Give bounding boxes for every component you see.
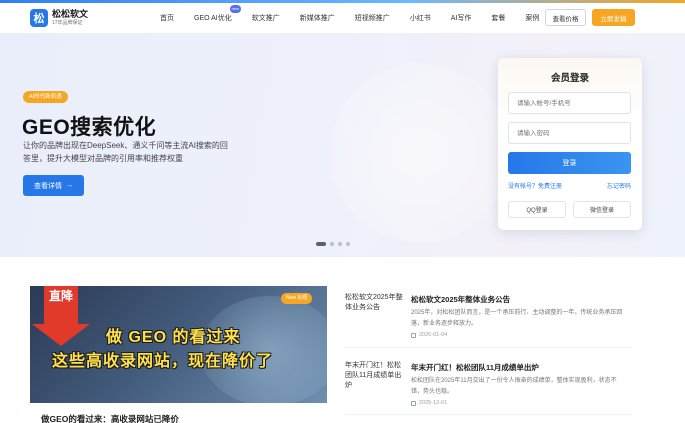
carousel-dots (316, 242, 354, 246)
news-date: 2026-01-04 (411, 332, 447, 338)
news-date: 2025-12-01 (411, 400, 447, 406)
login-button[interactable]: 登录 (508, 152, 631, 174)
register-link[interactable]: 没有帐号？免费注册 (508, 181, 562, 190)
carousel-dot[interactable] (338, 242, 342, 246)
price-down-arrow-icon: 直降 (30, 286, 90, 346)
nav-item-home[interactable]: 首页 (160, 13, 174, 23)
password-input[interactable] (508, 122, 631, 144)
news-divider (345, 414, 632, 415)
carousel-dot[interactable] (316, 242, 326, 246)
page: 松 松松软文 17年品牌保证 首页 GEO AI优化 new 软文推广 新媒体推广… (0, 0, 685, 423)
news-summary: 松松团队在2025年11月交出了一份令人振奋的成绩单，整体实现盈利，状态不错，势… (411, 378, 617, 395)
login-links: 没有帐号？免费注册 忘记密码 (508, 181, 631, 190)
news-date-text: 2026-01-04 (419, 332, 448, 338)
site-header: 松 松松软文 17年品牌保证 首页 GEO AI优化 new 软文推广 新媒体推广… (0, 3, 685, 35)
calendar-icon (411, 400, 416, 406)
site-logo[interactable]: 松 松松软文 17年品牌保证 (30, 9, 88, 27)
carousel-dot[interactable] (346, 242, 350, 246)
feature-headline-2: 这些高收录网站，现在降价了 (52, 353, 274, 370)
hero-decoration (330, 63, 510, 243)
nav-item-soft-article[interactable]: 软文推广 (252, 13, 280, 23)
nav-item-cases[interactable]: 案例 (525, 13, 539, 23)
feature-badge: New 标题 (281, 293, 313, 304)
main-nav: 首页 GEO AI优化 new 软文推广 新媒体推广 短视频推广 小红书 AI写作… (160, 3, 559, 33)
nav-item-xiaohongshu[interactable]: 小红书 (410, 13, 431, 23)
news-thumbnail[interactable]: 松松软文2025年整体业务公告 (345, 293, 403, 333)
nav-item-new-media[interactable]: 新媒体推广 (300, 13, 335, 23)
news-divider (345, 347, 632, 348)
logo-mark: 松 (30, 9, 48, 27)
featured-article-title[interactable]: 做GEO的看过来：高收录网站已降价 (41, 413, 179, 423)
forgot-password-link[interactable]: 忘记密码 (607, 181, 631, 190)
nav-item-short-video[interactable]: 短视频推广 (355, 13, 390, 23)
hero-title: GEO搜索优化 (22, 116, 157, 139)
view-details-label: 查看详情 (34, 182, 62, 190)
nav-item-label: GEO AI优化 (194, 15, 232, 22)
view-price-button[interactable]: 查看价格 (545, 9, 586, 26)
logo-text: 松松软文 17年品牌保证 (52, 10, 88, 26)
login-title: 会员登录 (550, 73, 589, 84)
calendar-icon (411, 332, 416, 338)
carousel-dot[interactable] (330, 242, 334, 246)
logo-name: 松松软文 (52, 9, 89, 19)
hero-tag: AI时代新机遇 (23, 91, 68, 103)
news-thumbnail[interactable]: 年末开门红！松松团队11月成绩单出炉 (345, 361, 403, 401)
arrow-text: 直降 (48, 289, 73, 303)
logo-tagline: 17年品牌保证 (52, 20, 83, 26)
qq-login-button[interactable]: QQ登录 (508, 201, 566, 218)
news-summary: 2025年，对松松团队而言，是一个承压前行、主动调整的一年。传统业务承压回落，新… (411, 310, 623, 327)
feature-headline-1: 做 GEO 的看过来 (106, 329, 241, 346)
wechat-login-button[interactable]: 微信登录 (573, 201, 631, 218)
new-badge-icon: new (229, 5, 241, 13)
arrow-right-icon: → (66, 182, 73, 189)
news-date-text: 2025-12-01 (419, 400, 448, 406)
post-now-button[interactable]: 立即发稿 (592, 9, 635, 26)
view-details-button[interactable]: 查看详情 → (23, 175, 84, 196)
arrow-head (32, 324, 90, 346)
nav-item-packages[interactable]: 套餐 (491, 13, 505, 23)
hero-description: 让你的品牌出现在DeepSeek、通义千问等主流AI搜索的回答里，提升大模型对品… (23, 141, 228, 163)
news-title[interactable]: 年末开门红！松松团队11月成绩单出炉 (411, 362, 539, 373)
nav-item-ai-writing[interactable]: AI写作 (451, 13, 472, 23)
member-login-card: 会员登录 登录 没有帐号？免费注册 忘记密码 QQ登录 微信登录 (498, 58, 642, 230)
nav-item-geo[interactable]: GEO AI优化 new (194, 5, 241, 23)
username-input[interactable] (508, 92, 631, 114)
hero-banner: AI时代新机遇 GEO搜索优化 让你的品牌出现在DeepSeek、通义千问等主流… (0, 33, 685, 257)
news-title[interactable]: 松松软文2025年整体业务公告 (411, 294, 510, 305)
